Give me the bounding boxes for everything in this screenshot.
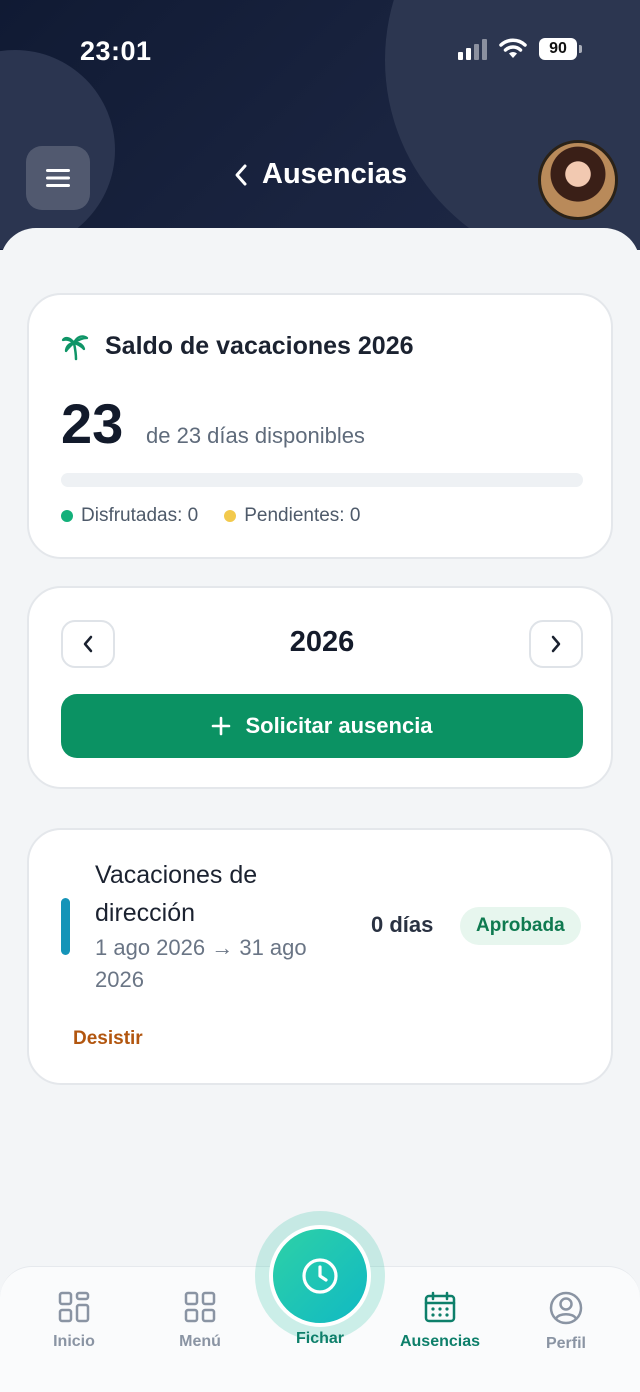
hamburger-icon	[46, 169, 70, 187]
available-days-count: 23	[61, 392, 124, 455]
calendar-icon	[424, 1291, 456, 1323]
absence-title: Vacaciones de dirección	[95, 861, 258, 927]
nav-label-perfil: Perfil	[545, 1335, 586, 1352]
balance-title: Saldo de vacaciones 2026	[105, 331, 414, 360]
chevron-right-icon	[551, 635, 561, 653]
request-absence-button[interactable]: Solicitar ausencia	[61, 694, 583, 758]
available-days-subtitle: de 23 días disponibles	[146, 423, 365, 448]
fichar-button[interactable]	[269, 1225, 371, 1327]
balance-title-row: Saldo de vacaciones 2026	[61, 331, 414, 361]
selected-year: 2026	[289, 626, 355, 658]
nav-label-ausencias: Ausencias	[399, 1333, 481, 1350]
status-icons: 90	[458, 38, 582, 60]
legend-enjoyed-label: Disfrutadas: 0	[81, 505, 199, 526]
legend-enjoyed: Disfrutadas: 0	[61, 505, 198, 527]
wifi-icon	[499, 38, 527, 58]
next-year-button[interactable]	[529, 620, 583, 668]
absence-dates: 1 ago 2026 → 31 ago 2026	[95, 935, 307, 992]
nav-label-fichar: Fichar	[295, 1330, 344, 1347]
status-time: 23:01	[80, 36, 152, 66]
grid-icon	[184, 1291, 216, 1323]
status-badge: Aprobada	[460, 907, 581, 945]
legend-pending-label: Pendientes: 0	[244, 505, 361, 526]
enjoyed-dot-icon	[61, 510, 73, 522]
battery-level: 90	[539, 38, 577, 60]
nav-label-inicio: Inicio	[53, 1333, 95, 1350]
absence-card[interactable]: Vacaciones de dirección 1 ago 2026 → 31 …	[27, 828, 613, 1085]
nav-item-perfil[interactable]: Perfil	[506, 1291, 626, 1353]
clock-icon	[302, 1258, 338, 1294]
desist-button[interactable]: Desistir	[73, 1028, 143, 1050]
year-selector-card: 2026 Solicitar ausencia	[27, 586, 613, 789]
palm-tree-icon	[61, 335, 89, 361]
absence-type-indicator	[61, 898, 70, 955]
page-title: Ausencias	[262, 158, 408, 190]
user-circle-icon	[549, 1291, 583, 1325]
request-absence-label: Solicitar ausencia	[245, 713, 433, 738]
nav-label-menu: Menú	[179, 1333, 221, 1350]
page-title-group: Ausencias	[234, 158, 407, 191]
menu-button[interactable]	[26, 146, 90, 210]
legend-pending: Pendientes: 0	[224, 505, 360, 527]
plus-icon	[212, 716, 231, 736]
vacation-balance-card: Saldo de vacaciones 2026 23 de 23 días d…	[27, 293, 613, 559]
battery-icon: 90	[539, 38, 582, 60]
nav-item-ausencias[interactable]: Ausencias	[380, 1291, 500, 1351]
vacation-progress-bar	[61, 473, 583, 487]
user-avatar[interactable]	[538, 140, 618, 220]
absence-days: 0 días	[371, 912, 434, 937]
grid-icon	[58, 1291, 90, 1323]
cellular-signal-icon	[458, 38, 487, 60]
back-chevron-icon[interactable]	[234, 163, 248, 187]
pending-dot-icon	[224, 510, 237, 522]
nav-item-inicio[interactable]: Inicio	[14, 1291, 134, 1351]
nav-item-menu[interactable]: Menú	[140, 1291, 260, 1351]
balance-legend: Disfrutadas: 0 Pendientes: 0	[61, 505, 360, 527]
app-header: 23:01 90 Ausencias	[0, 0, 640, 250]
